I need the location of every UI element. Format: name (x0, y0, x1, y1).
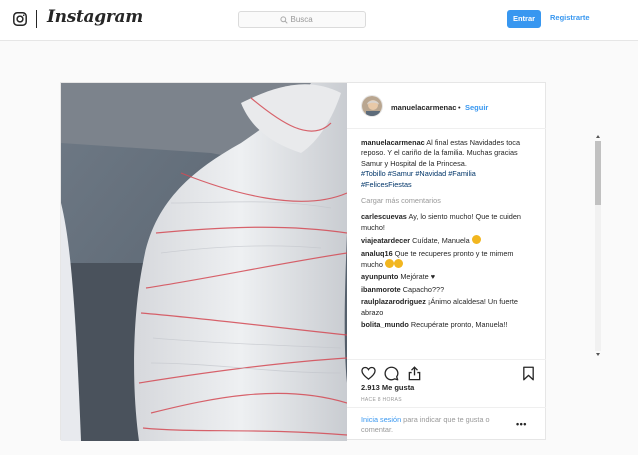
comment-username[interactable]: viajeatardecer (361, 236, 410, 245)
comment-text: Capacho??? (400, 284, 445, 294)
post-photo[interactable] (61, 83, 347, 441)
separator-dot: • (458, 103, 461, 112)
emoji-icon (471, 235, 481, 245)
heart-icon[interactable] (361, 366, 376, 381)
comment-text: Cuídate, Manuela (410, 236, 472, 246)
comment: raulplazarodriguez ¡Ánimo alcaldesa! Un … (361, 297, 533, 318)
comment-username[interactable]: carlescuevas (361, 212, 407, 221)
post-timestamp[interactable]: HACE 8 HORAS (361, 397, 402, 403)
like-count[interactable]: 2.913 Me gusta (361, 383, 414, 392)
avatar-image (362, 96, 382, 116)
post-card: manuelacarmenac • Seguir manuelacarmenac… (60, 82, 601, 441)
comment-text: Recupérate pronto, Manuela!! (408, 320, 508, 330)
top-navigation-bar: Instagram Entrar Registrarte (0, 0, 638, 41)
scrollbar-thumb[interactable] (595, 141, 601, 205)
comment-username[interactable]: ayunpunto (361, 272, 398, 281)
bookmark-icon[interactable] (521, 366, 536, 381)
instagram-wordmark[interactable]: Instagram (47, 7, 143, 27)
hashtag[interactable]: #Tobillo (361, 169, 386, 178)
bandaged-foot-image (61, 83, 347, 441)
search-input[interactable] (290, 15, 325, 24)
post-header: manuelacarmenac • Seguir (347, 83, 546, 129)
hashtag[interactable]: #Samur (388, 169, 414, 178)
avatar[interactable] (361, 95, 383, 117)
comment-text: Mejórate ♥ (398, 272, 436, 282)
search-icon (279, 15, 288, 24)
caption-username[interactable]: manuelacarmenac (361, 138, 425, 147)
comment: viajeatardecer Cuídate, Manuela (361, 235, 533, 246)
search-box[interactable] (238, 11, 366, 28)
login-button[interactable]: Entrar (507, 10, 541, 28)
comment: analuq16 Que te recuperes pronto y te mi… (361, 249, 533, 271)
more-options-icon[interactable]: ••• (516, 419, 527, 429)
login-link[interactable]: Inicia sesión (361, 415, 401, 424)
comment: ayunpunto Mejórate ♥ (361, 272, 533, 282)
logo-divider (36, 10, 37, 28)
comment-username[interactable]: bolita_mundo (361, 320, 409, 329)
hashtag[interactable]: #Familia (448, 169, 476, 178)
comment-username[interactable]: analuq16 (361, 249, 393, 258)
register-link[interactable]: Registrarte (550, 13, 590, 22)
instagram-camera-icon[interactable] (13, 12, 27, 26)
post-username[interactable]: manuelacarmenac (391, 103, 456, 112)
scroll-up-arrow-icon[interactable] (596, 135, 600, 138)
post-actions (347, 359, 546, 383)
comment-username[interactable]: raulplazarodriguez (361, 297, 426, 306)
post-caption: manuelacarmenac Al final estas Navidades… (361, 138, 533, 190)
comment: bolita_mundo Recupérate pronto, Manuela!… (361, 320, 533, 330)
comments-scrollbar[interactable] (595, 135, 602, 357)
comment: ibanmorote Capacho??? (361, 285, 533, 295)
hashtag[interactable]: #Navidad (415, 169, 446, 178)
share-icon[interactable] (407, 366, 422, 381)
post-sidebar: manuelacarmenac • Seguir manuelacarmenac… (347, 83, 601, 441)
comment: carlescuevas Ay, lo siento mucho! Que te… (361, 212, 533, 233)
comments-list[interactable]: manuelacarmenac Al final estas Navidades… (361, 138, 533, 356)
comment-icon[interactable] (384, 366, 399, 381)
post-footer: Inicia sesión para indicar que te gusta … (347, 407, 546, 441)
hashtag[interactable]: #FelicesFiestas (361, 180, 412, 189)
comment-username[interactable]: ibanmorote (361, 285, 401, 294)
emoji-icon (393, 259, 403, 269)
follow-button[interactable]: Seguir (465, 103, 488, 112)
login-prompt: Inicia sesión para indicar que te gusta … (361, 415, 511, 436)
scroll-down-arrow-icon[interactable] (596, 353, 600, 356)
load-more-comments[interactable]: Cargar más comentarios (361, 196, 533, 206)
emoji-icon (384, 259, 394, 269)
